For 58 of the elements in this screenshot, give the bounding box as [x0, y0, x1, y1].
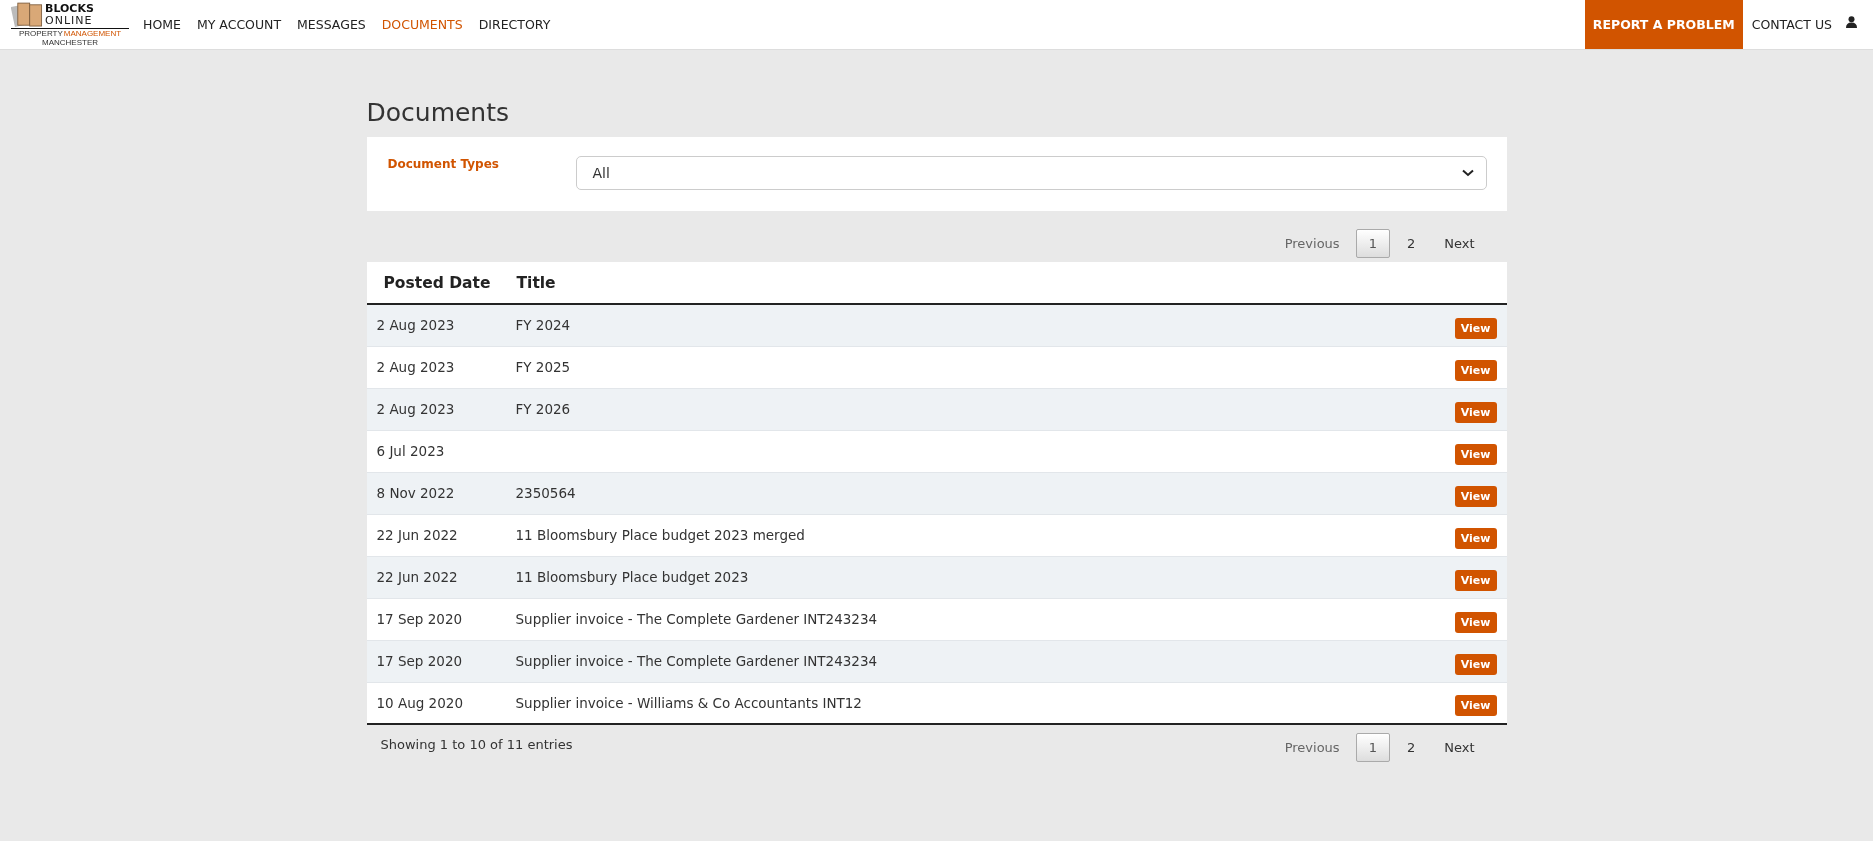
logo-tagline: MANCHESTER	[41, 37, 99, 47]
page-button[interactable]: 2	[1393, 732, 1429, 762]
report-problem-button[interactable]: REPORT A PROBLEM	[1584, 0, 1743, 49]
view-button[interactable]: View	[1454, 359, 1497, 381]
nav-link[interactable]: MY ACCOUNT	[196, 17, 282, 32]
date-cell: 8 Nov 2022	[376, 485, 455, 501]
entries-info: Showing 1 to 10 of 11 entries	[379, 736, 573, 752]
nav-link[interactable]: DOCUMENTS	[381, 17, 463, 32]
nav-link[interactable]: HOME	[143, 17, 181, 32]
nav-link[interactable]: MESSAGES	[297, 17, 366, 32]
date-cell: 17 Sep 2020	[376, 611, 463, 627]
title-cell: 11 Bloomsbury Place budget 2023 merged	[515, 527, 805, 543]
document-type-dropdown[interactable]: All	[575, 156, 1487, 190]
logo-text: ONLINE	[45, 14, 94, 27]
logo-tagline: MANAGEMENT	[63, 28, 122, 38]
date-cell: 22 Jun 2022	[376, 569, 458, 585]
page-title: Documents	[366, 98, 511, 127]
user-icon[interactable]	[1846, 15, 1857, 28]
page-button[interactable]: 2	[1393, 228, 1429, 258]
date-cell: 22 Jun 2022	[376, 527, 458, 543]
view-button[interactable]: View	[1454, 317, 1497, 339]
date-cell: 2 Aug 2023	[376, 359, 455, 375]
date-cell: 2 Aug 2023	[376, 317, 455, 334]
page-button[interactable]: 1	[1355, 228, 1390, 258]
previous-page-link[interactable]: Previous	[1272, 733, 1352, 761]
date-cell: 6 Jul 2023	[376, 443, 445, 459]
date-cell: 2 Aug 2023	[376, 401, 455, 417]
title-cell: 2350564	[515, 485, 576, 501]
date-cell: 17 Sep 2020	[376, 653, 463, 669]
next-page-link[interactable]: Next	[1432, 733, 1487, 761]
view-button[interactable]: View	[1454, 569, 1497, 591]
view-button[interactable]: View	[1454, 695, 1497, 717]
title-cell: Supplier invoice - Williams & Co Accountants INT12	[515, 694, 862, 711]
date-cell: 10 Aug 2020	[376, 694, 463, 711]
view-button[interactable]: View	[1454, 443, 1497, 465]
previous-page-link[interactable]: Previous	[1272, 229, 1352, 257]
filter-label: Document Types	[387, 156, 500, 173]
title-cell: Supplier invoice - The Complete Gardener INT243234	[515, 653, 878, 669]
contact-link[interactable]: CONTACT US	[1751, 17, 1832, 32]
view-button[interactable]: View	[1454, 401, 1497, 423]
view-button[interactable]: View	[1454, 653, 1497, 675]
logo-tagline: PROPERTY	[18, 28, 63, 38]
view-button[interactable]: View	[1454, 527, 1497, 549]
title-cell: Supplier invoice - The Complete Gardener INT243234	[515, 611, 878, 627]
title-cell: 11 Bloomsbury Place budget 2023	[515, 569, 749, 585]
title-cell: FY 2026	[515, 401, 571, 417]
column-header: Title	[515, 262, 1383, 304]
view-button[interactable]: View	[1454, 611, 1497, 633]
view-button[interactable]: View	[1454, 485, 1497, 507]
column-header: Posted Date	[366, 262, 516, 304]
logo-text: BLOCKS	[45, 2, 95, 15]
logo-icon	[11, 1, 45, 28]
title-cell: FY 2025	[515, 359, 571, 375]
title-cell: FY 2024	[515, 317, 571, 334]
nav-link[interactable]: DIRECTORY	[478, 17, 551, 32]
next-page-link[interactable]: Next	[1432, 229, 1487, 257]
chevron-down-icon	[1461, 169, 1474, 177]
page-button[interactable]: 1	[1355, 732, 1390, 762]
